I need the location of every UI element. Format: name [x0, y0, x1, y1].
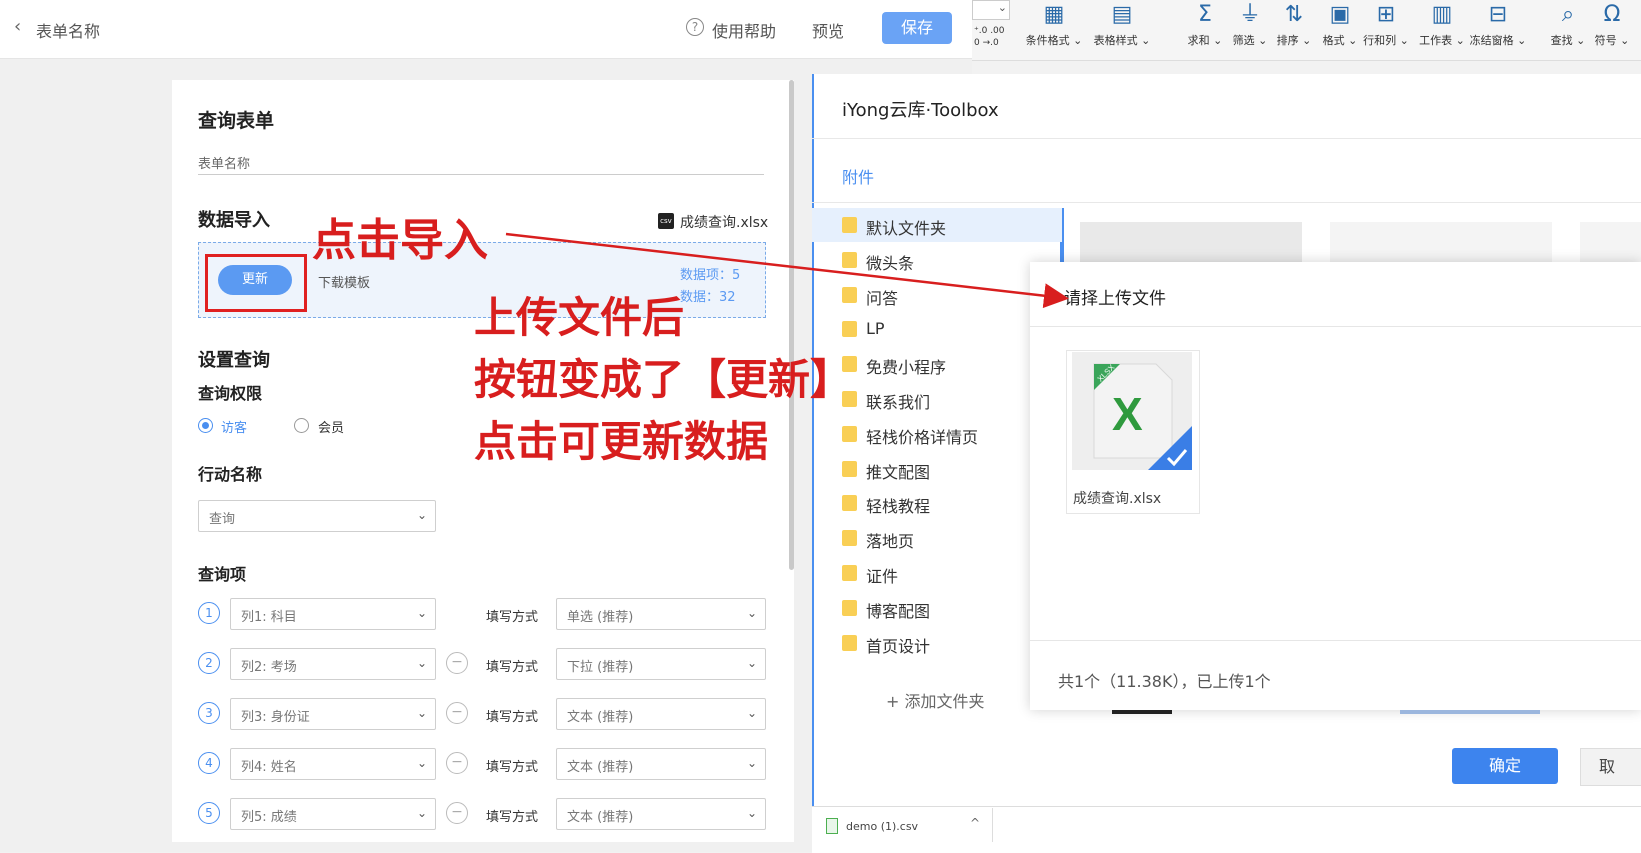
annotation-click-import: 点击导入 [312, 215, 488, 266]
annotation-line1: 上传文件后 [474, 293, 685, 342]
annotation-line2: 按钮变成了【更新】 [474, 355, 853, 404]
annotation-arrow [505, 232, 1069, 309]
annotation-line3: 点击可更新数据 [474, 417, 769, 466]
